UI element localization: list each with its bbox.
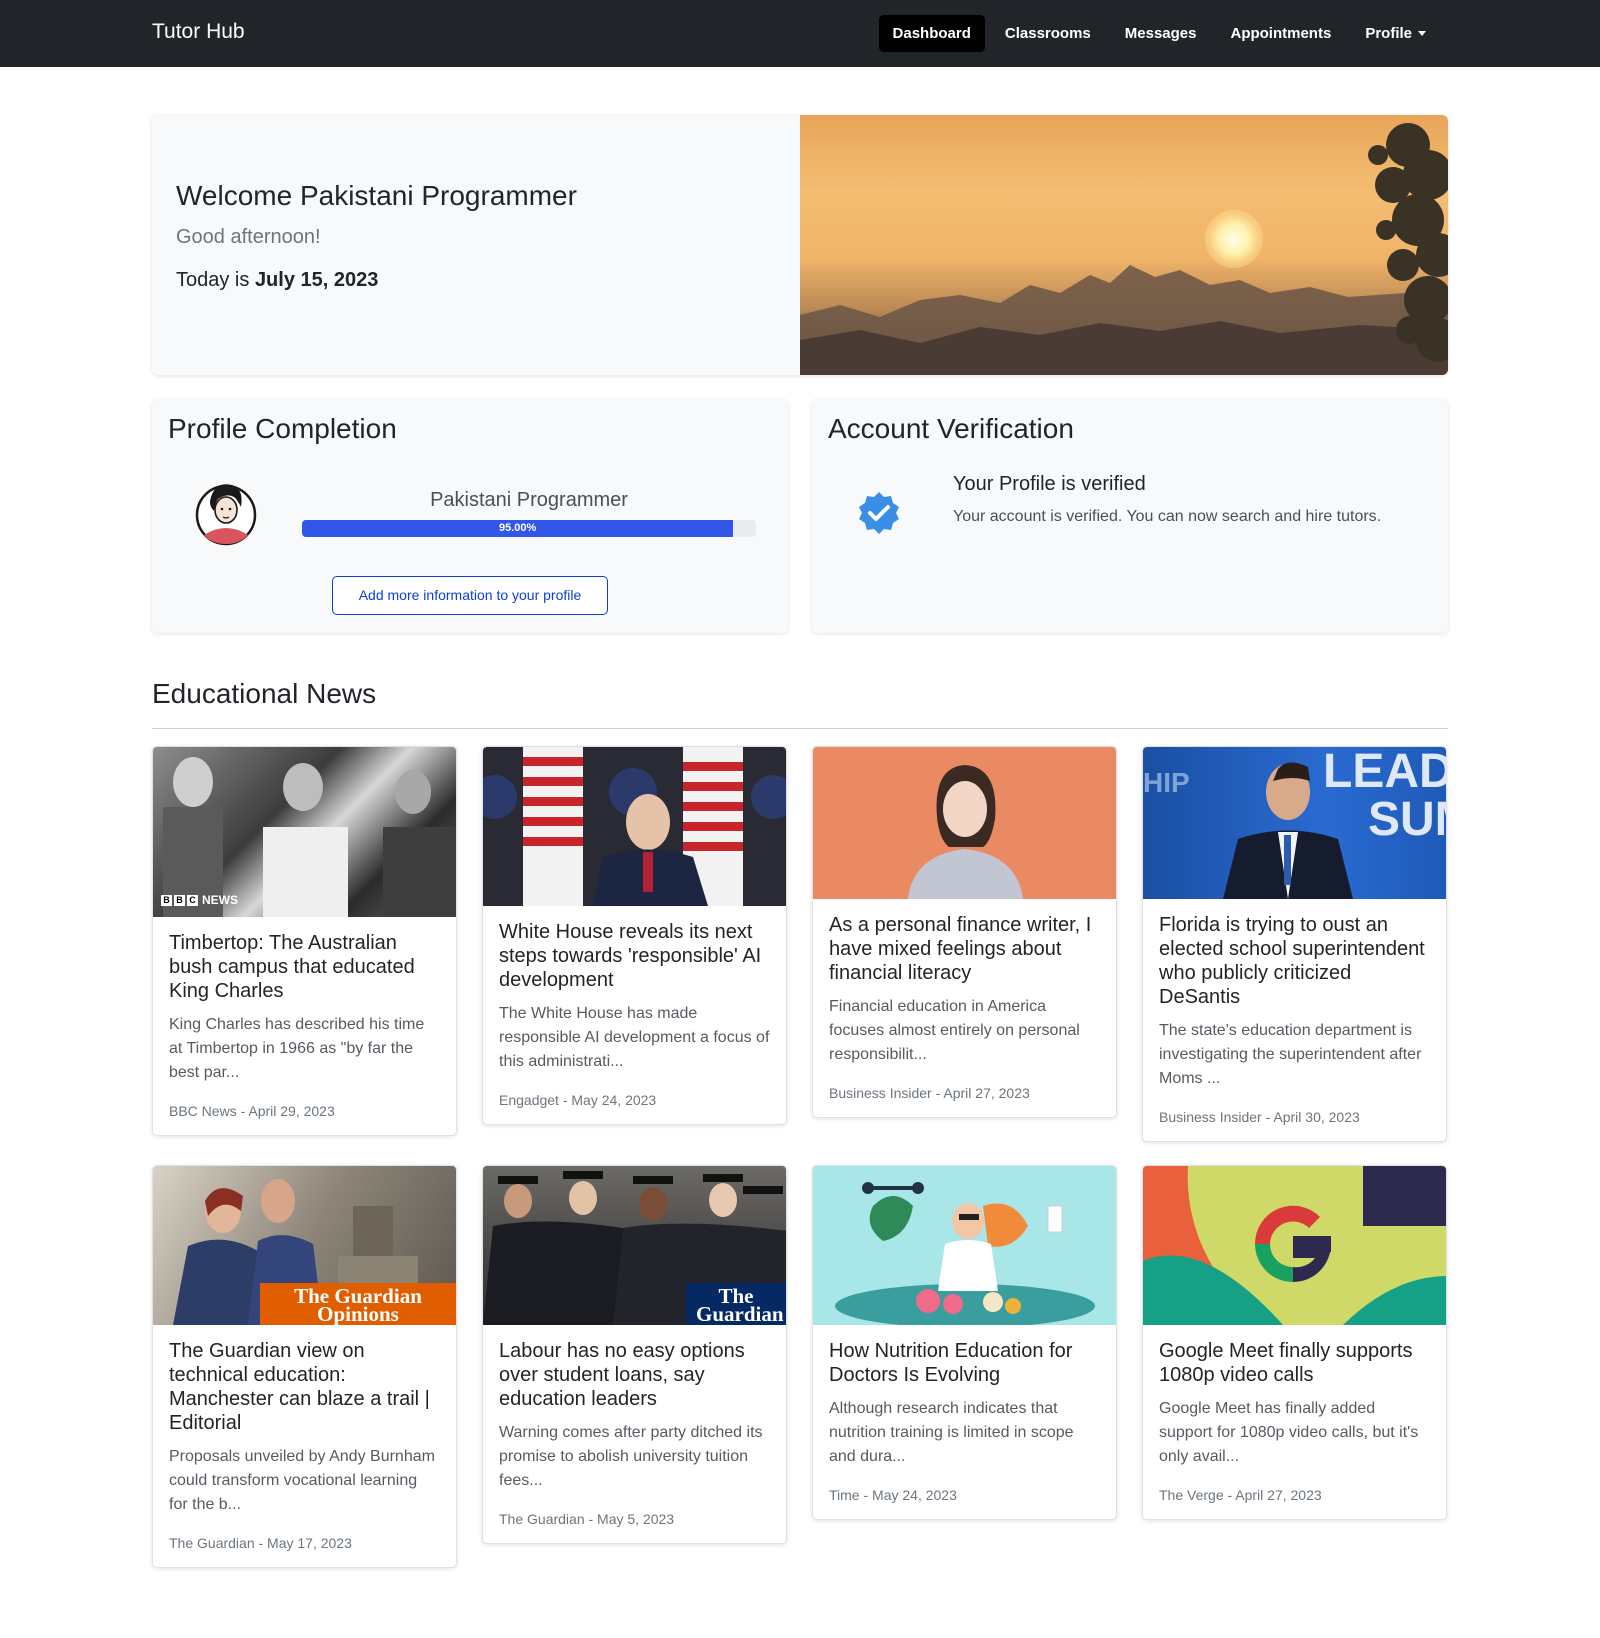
news-image: LEADE SUM HIP xyxy=(1143,747,1446,899)
greeting: Good afternoon! xyxy=(176,226,321,248)
nutrition-illustration xyxy=(835,1182,1095,1325)
date-prefix: Today is xyxy=(176,269,255,291)
news-image: The Guardian xyxy=(483,1166,786,1325)
news-body: Google Meet finally supports 1080p video… xyxy=(1143,1325,1446,1519)
news-source-date: The Guardian - May 17, 2023 xyxy=(169,1535,352,1551)
nav-appointments[interactable]: Appointments xyxy=(1216,15,1345,52)
add-profile-info-button[interactable]: Add more information to your profile xyxy=(332,576,608,615)
nav-classrooms[interactable]: Classrooms xyxy=(991,15,1105,52)
news-card[interactable]: How Nutrition Education for Doctors Is E… xyxy=(812,1165,1117,1520)
guardian-logo: The Guardian xyxy=(686,1283,786,1325)
news-description: Warning comes after party ditched its pr… xyxy=(499,1424,763,1489)
news-title[interactable]: Florida is trying to oust an elected sch… xyxy=(1159,913,1430,1009)
news-card[interactable]: The Guardian Opinions The Guardian view … xyxy=(152,1165,457,1568)
news-body: Labour has no easy options over student … xyxy=(483,1325,786,1543)
nav-profile-dropdown[interactable]: Profile xyxy=(1351,15,1440,52)
date-value: July 15, 2023 xyxy=(254,269,379,291)
chevron-down-icon xyxy=(1418,31,1426,36)
profile-name: Pakistani Programmer xyxy=(430,489,628,511)
brand-logo[interactable]: Tutor Hub xyxy=(152,20,245,44)
news-heading: Educational News xyxy=(152,678,377,709)
verification-status: Your Profile is verified xyxy=(953,473,1146,495)
news-card[interactable]: B B C NEWS Timbertop: The Australian bush c… xyxy=(152,746,457,1136)
verified-badge-icon xyxy=(859,492,899,534)
news-source-date: The Guardian - May 5, 2023 xyxy=(499,1511,675,1527)
news-description: Although research indicates that nutriti… xyxy=(829,1400,1074,1465)
news-source-date: Engadget - May 24, 2023 xyxy=(499,1092,657,1108)
news-body: Florida is trying to oust an elected sch… xyxy=(1143,899,1446,1141)
main-nav: Dashboard Classrooms Messages Appointmen… xyxy=(878,15,1440,52)
nav-messages[interactable]: Messages xyxy=(1111,15,1211,52)
welcome-text: Welcome Pakistani Programmer Good aftern… xyxy=(152,115,800,375)
nav-dashboard[interactable]: Dashboard xyxy=(878,15,985,52)
news-source-date: Business Insider - April 27, 2023 xyxy=(829,1085,1030,1101)
news-title[interactable]: How Nutrition Education for Doctors Is E… xyxy=(829,1339,1100,1387)
news-title[interactable]: The Guardian view on technical education… xyxy=(169,1339,440,1435)
news-card[interactable]: The Guardian Labour has no easy options … xyxy=(482,1165,787,1544)
news-image xyxy=(483,747,786,906)
svg-text:SUM: SUM xyxy=(1368,793,1446,846)
news-card[interactable]: LEADE SUM HIP Florida is trying to oust … xyxy=(1142,746,1447,1142)
google-illustration xyxy=(1143,1166,1446,1325)
verification-text: Your account is verified. You can now se… xyxy=(953,508,1382,525)
news-title[interactable]: White House reveals its next steps towar… xyxy=(499,920,770,992)
divider xyxy=(152,728,1448,729)
welcome-hero: Welcome Pakistani Programmer Good aftern… xyxy=(152,115,1448,375)
news-card[interactable]: White House reveals its next steps towar… xyxy=(482,746,787,1125)
news-source-date: The Verge - April 27, 2023 xyxy=(1159,1487,1322,1503)
welcome-title: Welcome Pakistani Programmer xyxy=(176,180,577,211)
news-image: B B C NEWS xyxy=(153,747,456,917)
news-card[interactable]: Google Meet finally supports 1080p video… xyxy=(1142,1165,1447,1520)
news-image xyxy=(813,1166,1116,1325)
news-description: The White House has made responsible AI … xyxy=(499,1005,770,1070)
news-image: The Guardian Opinions xyxy=(153,1166,456,1325)
news-title[interactable]: Google Meet finally supports 1080p video… xyxy=(1159,1339,1430,1387)
profile-completion-card: Profile Completion Pakistani Programmer … xyxy=(152,399,788,633)
account-verification-card: Account Verification Your Profile is ver… xyxy=(812,399,1448,633)
photo-speaker: LEADE SUM HIP xyxy=(1143,747,1446,899)
nav-profile-label: Profile xyxy=(1365,25,1412,42)
news-image xyxy=(1143,1166,1446,1325)
profile-completion-title: Profile Completion xyxy=(168,413,397,444)
tree-silhouette xyxy=(1368,123,1448,362)
news-body: The Guardian view on technical education… xyxy=(153,1325,456,1567)
news-source-date: Business Insider - April 30, 2023 xyxy=(1159,1109,1360,1125)
news-title[interactable]: Labour has no easy options over student … xyxy=(499,1339,770,1411)
news-body: White House reveals its next steps towar… xyxy=(483,906,786,1124)
progress-fill: 95.00% xyxy=(302,520,734,537)
news-body: As a personal finance writer, I have mix… xyxy=(813,899,1116,1117)
svg-text:LEADE: LEADE xyxy=(1323,747,1446,798)
news-description: Financial education in America focuses a… xyxy=(829,998,1080,1063)
news-description: King Charles has described his time at T… xyxy=(169,1016,425,1081)
profile-progress-bar: 95.00% xyxy=(302,520,756,537)
navbar: Tutor Hub Dashboard Classrooms Messages … xyxy=(0,0,1600,67)
today-date: Today is July 15, 2023 xyxy=(176,269,776,292)
bbc-news-logo: B B C NEWS xyxy=(161,893,238,907)
avatar xyxy=(195,484,257,546)
guardian-opinions-logo: The Guardian Opinions xyxy=(260,1283,456,1325)
news-card[interactable]: As a personal finance writer, I have mix… xyxy=(812,746,1117,1118)
news-title[interactable]: Timbertop: The Australian bush campus th… xyxy=(169,931,440,1003)
news-title[interactable]: As a personal finance writer, I have mix… xyxy=(829,913,1100,985)
news-description: The state's education department is inve… xyxy=(1159,1022,1422,1087)
news-description: Google Meet has finally added support fo… xyxy=(1159,1400,1419,1465)
account-verification-title: Account Verification xyxy=(828,413,1074,444)
news-image xyxy=(813,747,1116,899)
news-description: Proposals unveiled by Andy Burnham could… xyxy=(169,1448,435,1513)
status-cards: Profile Completion Pakistani Programmer … xyxy=(152,399,1448,633)
photo-woman xyxy=(908,765,1023,899)
news-body: Timbertop: The Australian bush campus th… xyxy=(153,917,456,1135)
photo-flags xyxy=(483,747,786,906)
svg-text:HIP: HIP xyxy=(1143,767,1190,798)
news-source-date: BBC News - April 29, 2023 xyxy=(169,1103,335,1119)
photo-figures xyxy=(163,757,456,917)
sunset-image xyxy=(800,115,1448,375)
news-body: How Nutrition Education for Doctors Is E… xyxy=(813,1325,1116,1519)
news-grid: B B C NEWS Timbertop: The Australian bush c… xyxy=(152,746,1448,1568)
news-source-date: Time - May 24, 2023 xyxy=(829,1487,957,1503)
